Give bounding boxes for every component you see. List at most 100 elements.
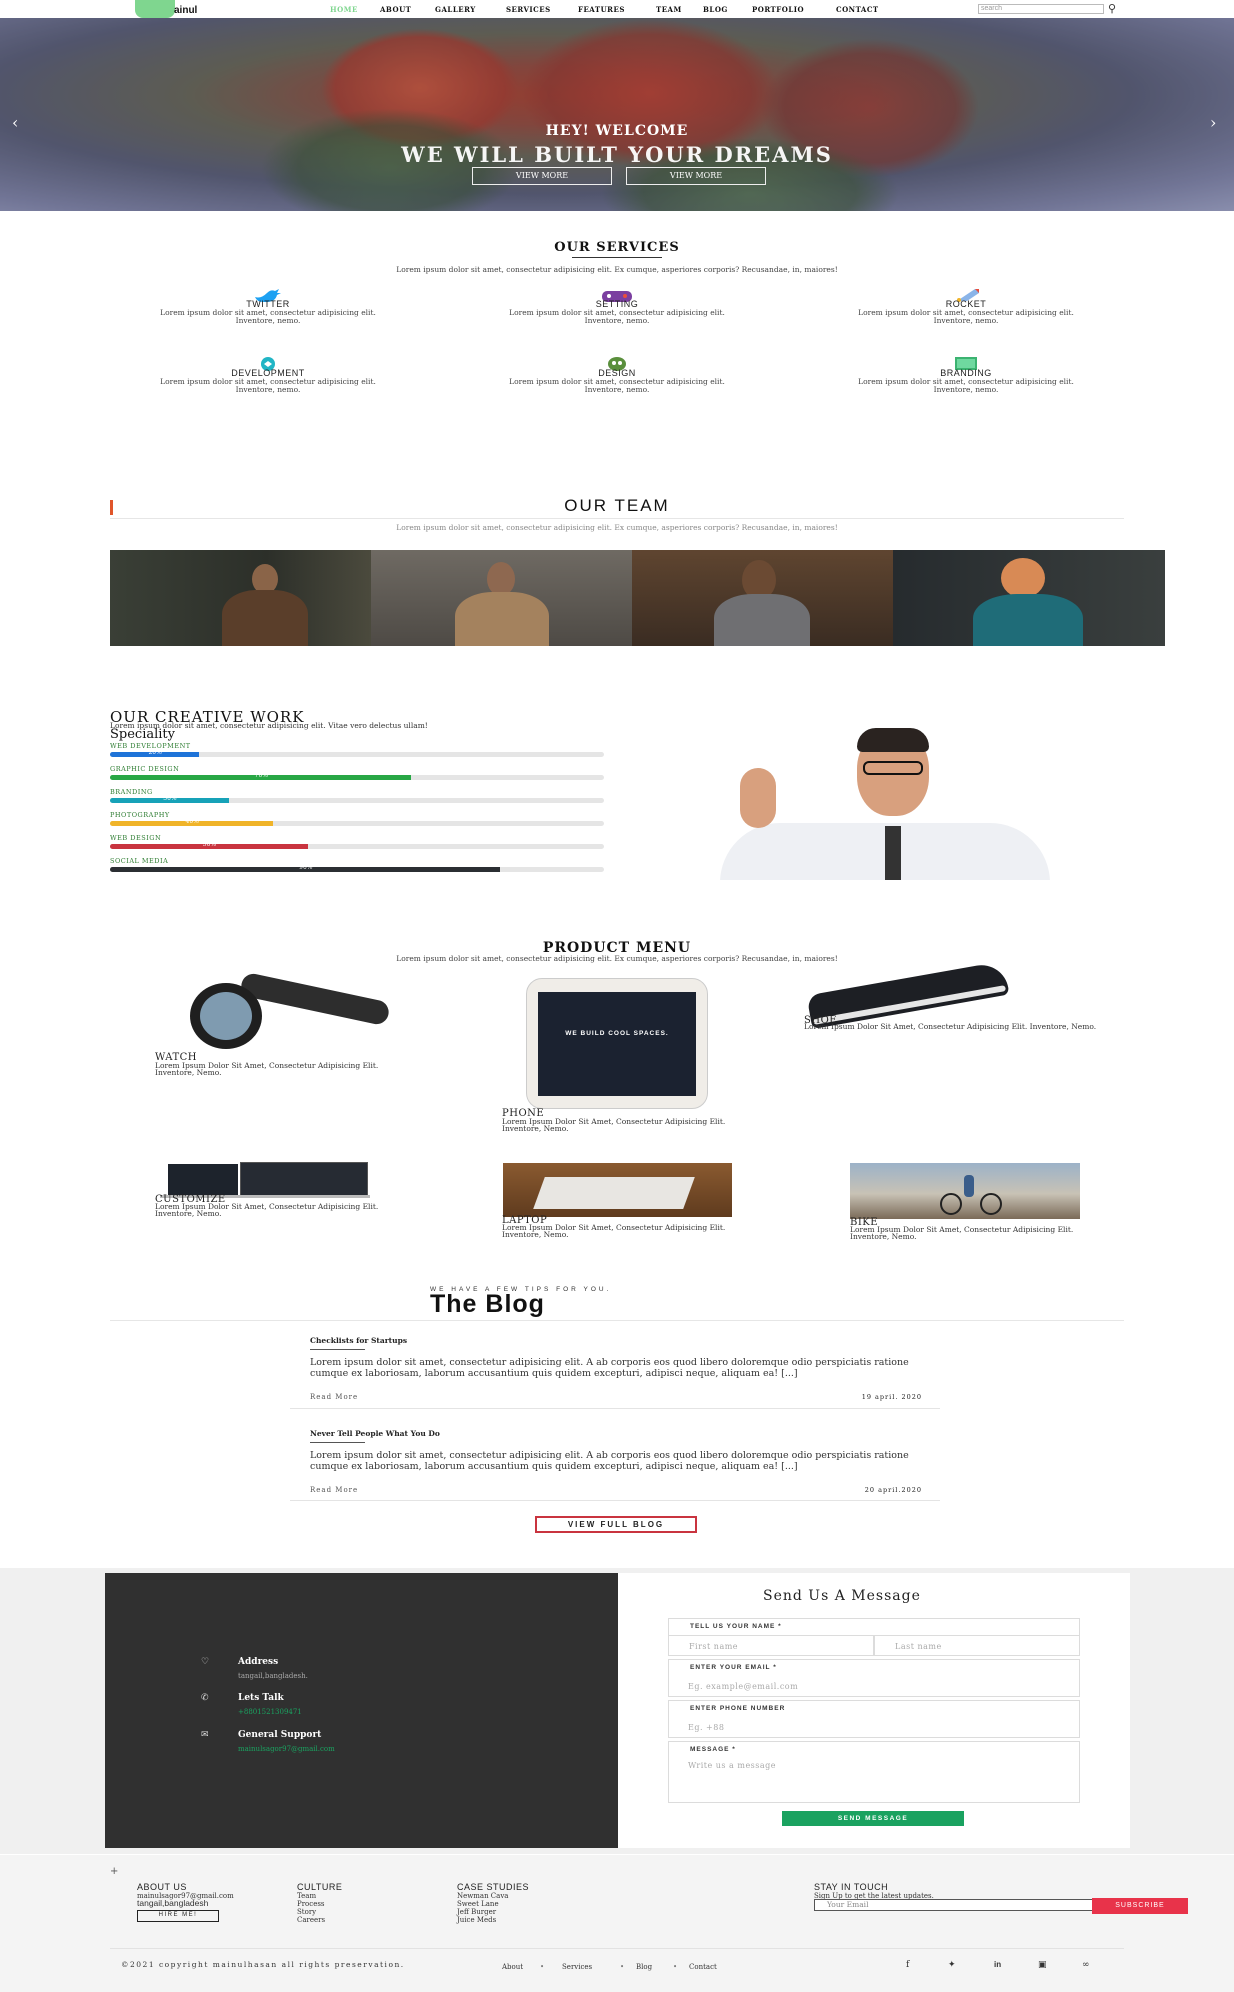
bike-wheel (940, 1193, 962, 1215)
product-laptop-image[interactable] (503, 1163, 732, 1217)
team-member-photo[interactable] (371, 550, 632, 646)
person-hand (740, 768, 776, 828)
hero-subtitle: HEY! WELCOME (545, 123, 689, 139)
send-message-button[interactable]: SEND MESSAGE (782, 1811, 964, 1826)
hire-me-button[interactable]: HIRE ME! (137, 1910, 219, 1922)
footer-culture-link[interactable]: Story (297, 1908, 316, 1916)
footer-case-link[interactable]: Jeff Burger (457, 1908, 496, 1916)
service-card-rocket[interactable]: ROCKET Lorem ipsum dolor sit amet, conse… (856, 287, 1076, 325)
footer-link-about[interactable]: About (502, 1963, 523, 1971)
hero-view-more-button-2[interactable]: VIEW MORE (626, 167, 766, 185)
search-input[interactable]: search (978, 4, 1104, 14)
footer-culture-link[interactable]: Team (297, 1892, 316, 1900)
footer-case-link[interactable]: Newman Cava (457, 1892, 508, 1900)
copyright-text: ©2021 copyright mainulhasan all rights p… (121, 1960, 405, 1969)
product-desc: Lorem Ipsum Dolor Sit Amet, Consectetur … (155, 1061, 379, 1077)
skill-progress-bar: 90% (110, 864, 604, 872)
service-card-branding[interactable]: BRANDING Lorem ipsum dolor sit amet, con… (856, 356, 1076, 394)
nav-services[interactable]: SERVICES (506, 5, 551, 14)
product-desc: Lorem Ipsum Dolor Sit Amet, Consectetur … (502, 1117, 726, 1133)
footer-culture-link[interactable]: Careers (297, 1916, 325, 1924)
first-name-input[interactable]: First name (668, 1635, 874, 1656)
footer-case-link[interactable]: Juice Meds (457, 1916, 496, 1924)
contact-info-panel: ♡ Address tangail,bangladesh. ✆ Lets Tal… (105, 1573, 618, 1848)
product-desc: Lorem Ipsum Dolor Sit Amet, Consectetur … (850, 1225, 1074, 1241)
footer-case-link[interactable]: Sweet Lane (457, 1900, 499, 1908)
subscribe-button[interactable]: SUBSCRIBE (1092, 1898, 1188, 1914)
email-value[interactable]: mainulsagor97@gmail.com (238, 1745, 335, 1753)
nav-home[interactable]: HOME (330, 5, 358, 14)
nav-portfolio[interactable]: PORTFOLIO (752, 5, 804, 14)
skill-percent: 90% (299, 864, 313, 871)
skill-progress-fill: 30% (110, 795, 229, 803)
nav-contact[interactable]: CONTACT (836, 5, 879, 14)
blog-read-more-link[interactable]: Read More (310, 1486, 358, 1494)
speciality-heading: Speciality (110, 727, 175, 742)
instagram-icon[interactable]: ▣ (1038, 1960, 1047, 1970)
nav-blog[interactable]: BLOG (703, 5, 728, 14)
product-watch-image[interactable] (160, 971, 391, 1055)
nav-team[interactable]: TEAM (656, 5, 682, 14)
email-input[interactable]: Eg. example@email.com (668, 1676, 1080, 1697)
blog-post-title[interactable]: Never Tell People What You Do (310, 1429, 440, 1438)
blog-post-date: 20 april.2020 (864, 1486, 922, 1494)
phone-input[interactable]: Eg. +88 (668, 1717, 1080, 1738)
product-customize-image[interactable] (160, 1162, 370, 1198)
top-navbar: ainul HOME ABOUT GALLERY SERVICES FEATUR… (0, 0, 1234, 18)
talk-title: Lets Talk (238, 1693, 284, 1703)
last-name-input[interactable]: Last name (874, 1635, 1080, 1656)
nav-gallery[interactable]: GALLERY (435, 5, 476, 14)
product-phone-image[interactable]: WE BUILD COOL SPACES. (526, 978, 708, 1109)
skill-percent: 50% (202, 841, 217, 848)
footer-link-dot: • (673, 1963, 678, 1971)
service-desc: Lorem ipsum dolor sit amet, consectetur … (509, 308, 725, 325)
footer-link-contact[interactable]: Contact (689, 1963, 717, 1971)
search-icon[interactable]: ⚲ (1108, 2, 1116, 15)
nav-about[interactable]: ABOUT (380, 5, 411, 14)
carousel-next-icon[interactable]: › (1210, 113, 1216, 132)
person-hair (857, 728, 929, 752)
hero-view-more-button[interactable]: VIEW MORE (472, 167, 612, 185)
skill-progress-bar: 40% (110, 818, 604, 826)
service-card-twitter[interactable]: TWITTER Lorem ipsum dolor sit amet, cons… (158, 287, 378, 325)
service-card-setting[interactable]: SETTING Lorem ipsum dolor sit amet, cons… (507, 287, 727, 325)
service-card-design[interactable]: DESIGN Lorem ipsum dolor sit amet, conse… (507, 356, 727, 394)
service-desc: Lorem ipsum dolor sit amet, consectetur … (160, 308, 376, 325)
blog-post-text: Lorem ipsum dolor sit amet, consectetur … (310, 1450, 909, 1472)
team-divider (110, 518, 1124, 519)
blog-read-more-link[interactable]: Read More (310, 1393, 358, 1401)
service-card-development[interactable]: DEVELOPMENT Lorem ipsum dolor sit amet, … (158, 356, 378, 394)
footer-link-blog[interactable]: Blog (636, 1963, 652, 1971)
blog-title-underline (310, 1442, 365, 1443)
dribbble-icon[interactable]: ∞ (1082, 1960, 1090, 1970)
team-member-photo[interactable] (632, 550, 893, 646)
nav-features[interactable]: FEATURES (578, 5, 625, 14)
services-title-underline (572, 257, 662, 258)
footer-culture-link[interactable]: Process (297, 1900, 325, 1908)
facebook-icon[interactable]: f (906, 1960, 909, 1970)
product-bike-image[interactable] (850, 1163, 1080, 1219)
team-member-photo[interactable] (110, 550, 371, 646)
product-shoe-image[interactable] (800, 960, 1010, 1030)
phone-value[interactable]: +8801521309471 (238, 1708, 302, 1716)
carousel-prev-icon[interactable]: ‹ (12, 113, 18, 132)
skill-progress-fill: 50% (110, 841, 308, 849)
logo-mark (135, 0, 175, 18)
skill-percent: 70% (254, 772, 268, 779)
footer-link-services[interactable]: Services (562, 1963, 592, 1971)
blog-post-title[interactable]: Checklists for Startups (310, 1336, 407, 1345)
footer-plus-icon: + (110, 1866, 119, 1877)
member-body (973, 594, 1083, 646)
footer-link-dot: • (620, 1963, 625, 1971)
site-logo[interactable]: ainul (130, 0, 198, 18)
message-label: MESSAGE * (690, 1746, 736, 1753)
linkedin-icon[interactable]: in (994, 1960, 1001, 1969)
team-member-photo[interactable] (893, 550, 1165, 646)
footer-stay-heading: STAY IN TOUCH (814, 1882, 889, 1892)
person-tie (885, 826, 901, 880)
message-textarea[interactable]: Write us a message (668, 1758, 1080, 1802)
twitter-icon[interactable]: ✦ (948, 1960, 956, 1970)
newsletter-email-input[interactable]: Your Email (814, 1899, 1094, 1911)
view-full-blog-button[interactable]: VIEW FULL BLOG (535, 1516, 697, 1533)
bike-rider (964, 1175, 974, 1197)
